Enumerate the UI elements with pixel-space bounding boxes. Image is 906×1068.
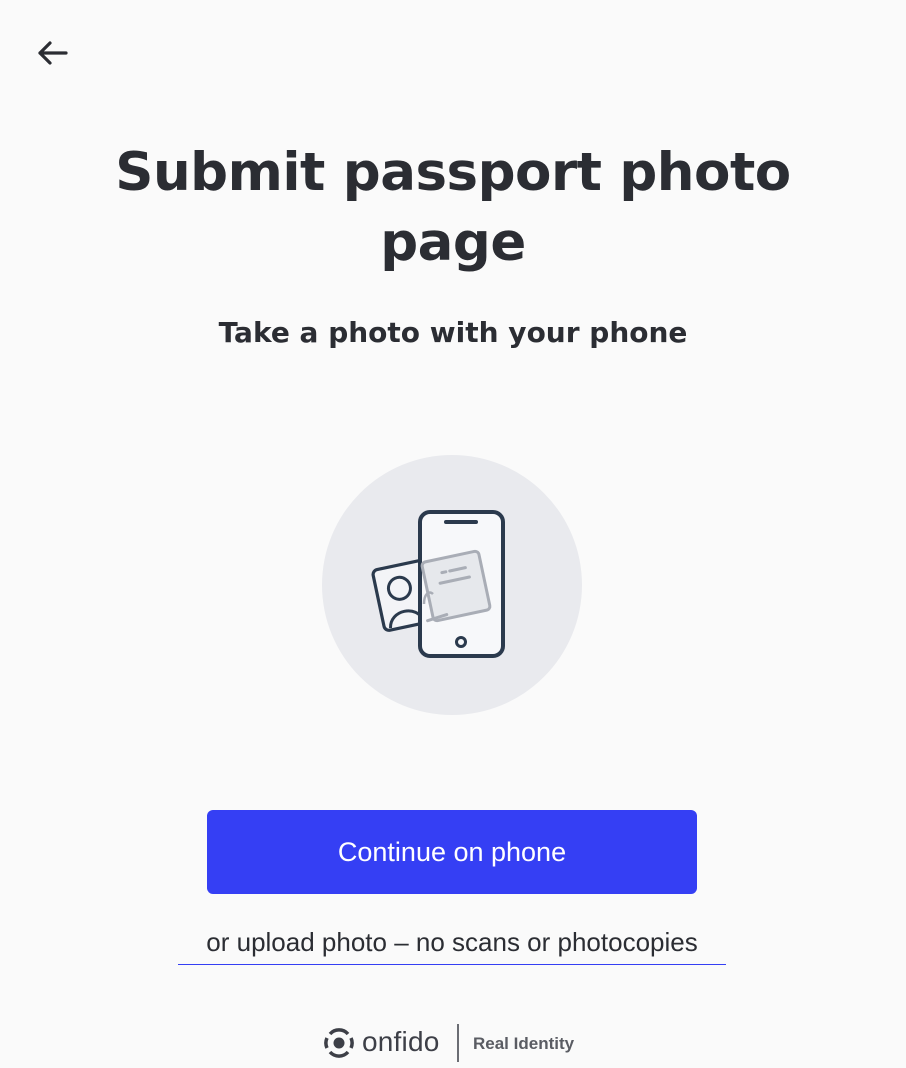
- back-button[interactable]: [30, 34, 74, 72]
- arrow-left-icon: [38, 41, 68, 65]
- phone-with-id-card-icon: [321, 454, 583, 716]
- page-title: Submit passport photo page: [115, 142, 791, 273]
- brand-tagline: Real Identity: [473, 1034, 575, 1053]
- page-subtitle: Take a photo with your phone: [218, 316, 688, 349]
- continue-on-phone-button[interactable]: Continue on phone: [207, 810, 697, 894]
- footer-divider: [457, 1024, 459, 1062]
- upload-photo-link[interactable]: or upload photo – no scans or photocopie…: [178, 922, 726, 965]
- brand-name: onfido: [362, 1026, 440, 1057]
- onfido-logo-icon: [324, 1028, 354, 1058]
- footer-branding: onfido Real Identity: [324, 1022, 594, 1064]
